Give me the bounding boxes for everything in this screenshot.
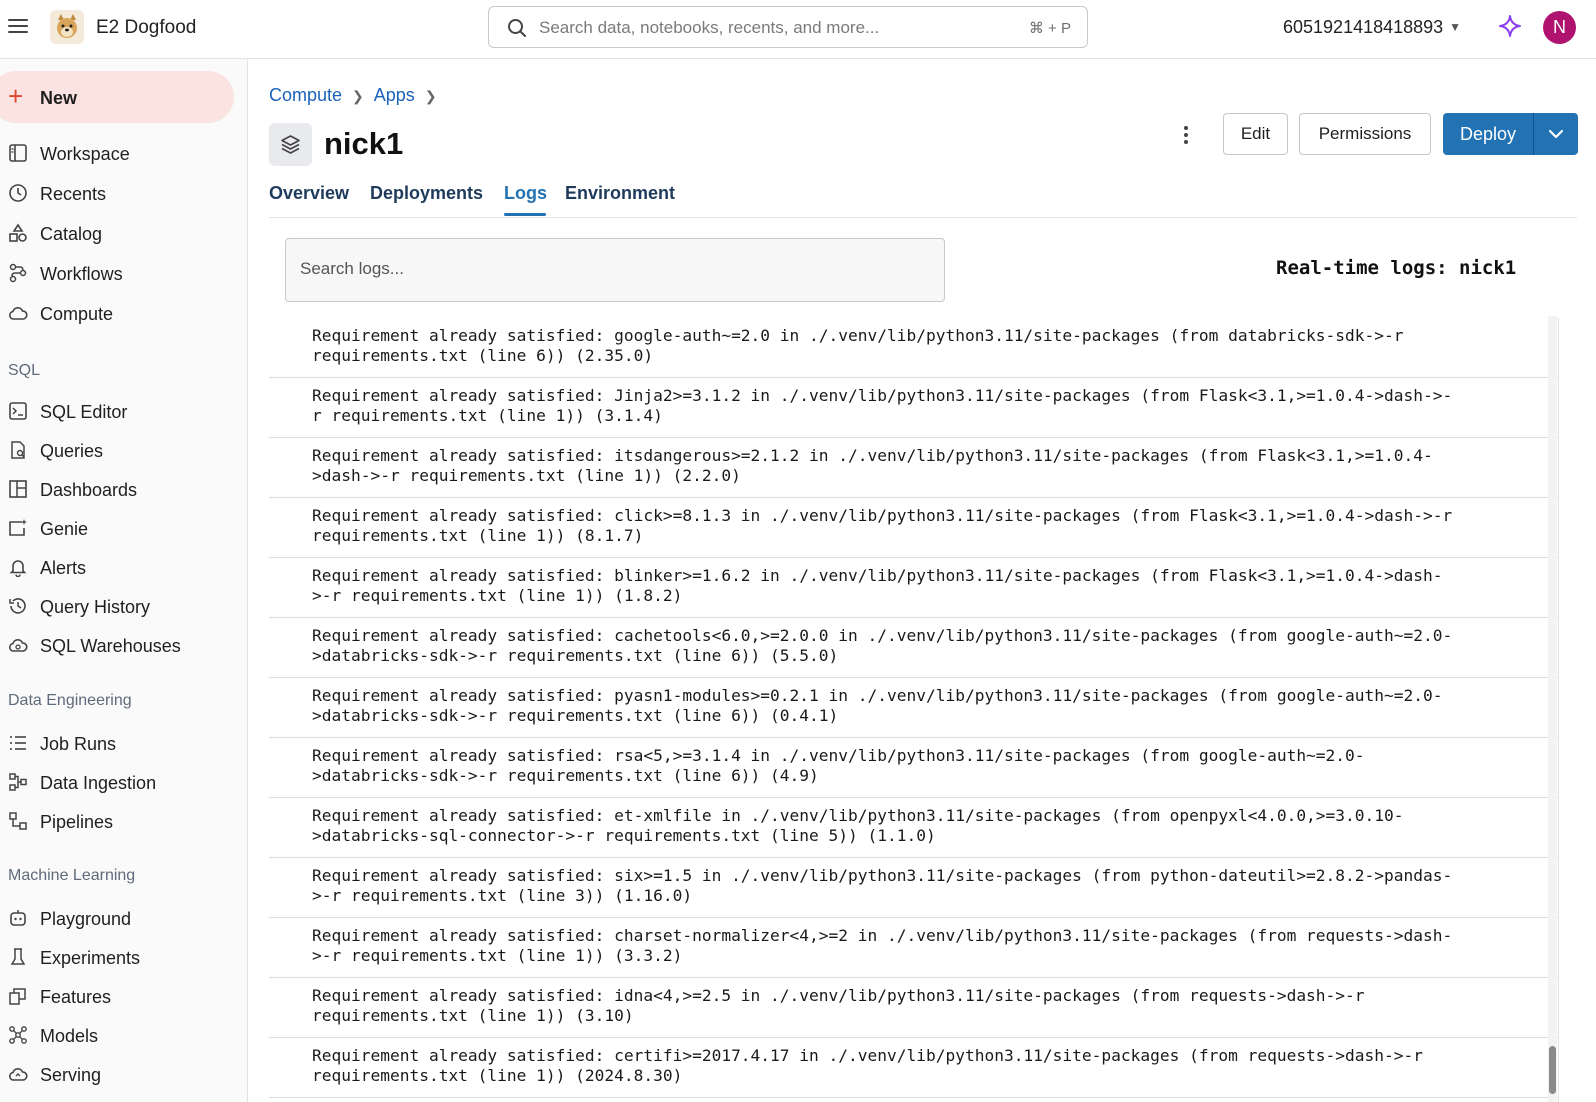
sidebar-item-data-ingestion[interactable]: Data Ingestion <box>0 764 248 800</box>
permissions-button[interactable]: Permissions <box>1299 113 1431 155</box>
section-label-sql: SQL <box>8 362 41 379</box>
avatar[interactable]: N <box>1543 11 1576 44</box>
log-line: Requirement already satisfied: google-au… <box>269 318 1558 378</box>
sidebar-item-experiments[interactable]: Experiments <box>0 939 248 975</box>
log-list: Requirement already satisfied: google-au… <box>269 318 1559 1102</box>
serving-icon <box>9 1068 28 1081</box>
cloud-icon <box>9 307 28 320</box>
app-name: E2 Dogfood <box>96 17 197 38</box>
edit-button[interactable]: Edit <box>1223 113 1288 155</box>
sidebar-item-genie[interactable]: Genie <box>0 510 248 546</box>
workspace-icon <box>9 144 27 162</box>
realtime-logs-title: Real-time logs: nick1 <box>1276 257 1517 279</box>
log-line: Requirement already satisfied: Jinja2>=3… <box>269 378 1558 438</box>
flask-icon <box>10 948 26 965</box>
sidebar-item-pipelines[interactable]: Pipelines <box>0 803 248 839</box>
log-search-box[interactable] <box>285 238 945 302</box>
queries-icon <box>11 441 25 459</box>
sidebar-item-catalog[interactable]: Catalog <box>0 215 248 251</box>
log-line: Requirement already satisfied: cachetool… <box>269 618 1558 678</box>
log-line: Requirement already satisfied: itsdanger… <box>269 438 1558 498</box>
workflows-icon <box>9 263 27 283</box>
menu-icon[interactable] <box>8 16 28 36</box>
sidebar-item-job-runs[interactable]: Job Runs <box>0 725 248 761</box>
global-search[interactable]: Search data, notebooks, recents, and mor… <box>488 6 1088 48</box>
log-line: Requirement already satisfied: rsa<5,>=3… <box>269 738 1558 798</box>
logo-icon[interactable] <box>50 10 84 44</box>
ingestion-icon <box>9 773 27 791</box>
breadcrumb-compute[interactable]: Compute <box>269 85 342 105</box>
tab-environment[interactable]: Environment <box>565 183 675 204</box>
sidebar-item-serving[interactable]: Serving <box>0 1056 248 1092</box>
sidebar: + New Workspace Recents Catalog Workflow… <box>0 59 248 1102</box>
tab-bar: Overview Deployments Logs Environment <box>269 173 1577 218</box>
workspace-switcher[interactable]: 6051921418418893 ▼ <box>1283 17 1461 38</box>
sidebar-item-sql-editor[interactable]: SQL Editor <box>0 393 248 429</box>
new-button[interactable]: + New <box>0 71 234 123</box>
sidebar-item-dashboards[interactable]: Dashboards <box>0 471 248 507</box>
job-runs-icon <box>10 736 26 750</box>
more-options-icon[interactable] <box>1178 123 1194 153</box>
pipelines-icon <box>9 812 27 830</box>
tab-deployments[interactable]: Deployments <box>370 183 483 204</box>
deploy-split-button: Deploy <box>1443 113 1578 155</box>
chevron-down-icon: ▼ <box>1449 20 1462 34</box>
log-line: Requirement already satisfied: click>=8.… <box>269 498 1558 558</box>
tab-overview[interactable]: Overview <box>269 183 349 204</box>
log-line: Requirement already satisfied: blinker>=… <box>269 558 1558 618</box>
active-tab-indicator <box>504 213 546 216</box>
section-label-machine-learning: Machine Learning <box>8 867 136 884</box>
sidebar-item-features[interactable]: Features <box>0 978 248 1014</box>
log-search-input[interactable] <box>300 259 920 279</box>
log-line: Requirement already satisfied: pyasn1-mo… <box>269 678 1558 738</box>
search-icon <box>508 19 526 37</box>
section-label-data-engineering: Data Engineering <box>8 692 132 709</box>
history-icon <box>9 598 26 614</box>
search-shortcut: ⌘ + P <box>1028 20 1071 37</box>
page-title: nick1 <box>324 126 404 161</box>
sidebar-item-recents[interactable]: Recents <box>0 175 248 211</box>
bell-icon <box>9 560 27 577</box>
log-line: Requirement already satisfied: charset-n… <box>269 918 1558 978</box>
sidebar-item-playground[interactable]: Playground <box>0 900 248 936</box>
breadcrumb: Compute ❯ Apps ❯ <box>269 85 447 106</box>
sidebar-item-query-history[interactable]: Query History <box>0 588 248 624</box>
sidebar-item-models[interactable]: Models <box>0 1017 248 1053</box>
sidebar-item-compute[interactable]: Compute <box>0 295 248 331</box>
log-line: Requirement already satisfied: certifi>=… <box>269 1038 1558 1098</box>
assistant-sparkle-icon[interactable] <box>1498 14 1522 38</box>
sidebar-item-sql-warehouses[interactable]: SQL Warehouses <box>0 627 248 663</box>
chevron-right-icon: ❯ <box>352 88 364 104</box>
log-line: Requirement already satisfied: six>=1.5 … <box>269 858 1558 918</box>
sidebar-item-alerts[interactable]: Alerts <box>0 549 248 585</box>
warehouse-icon <box>9 639 28 652</box>
search-placeholder: Search data, notebooks, recents, and mor… <box>539 18 880 37</box>
sidebar-item-queries[interactable]: Queries <box>0 432 248 468</box>
sidebar-item-workflows[interactable]: Workflows <box>0 255 248 291</box>
breadcrumb-apps[interactable]: Apps <box>374 85 415 105</box>
top-bar: E2 Dogfood Search data, notebooks, recen… <box>0 0 1596 59</box>
deploy-button[interactable]: Deploy <box>1443 113 1533 155</box>
playground-icon <box>10 910 26 926</box>
clock-icon <box>9 184 27 202</box>
log-scrollbar[interactable] <box>1548 316 1557 1102</box>
plus-icon: + <box>8 81 24 111</box>
sql-editor-icon <box>9 402 27 420</box>
features-icon <box>9 988 26 1005</box>
catalog-icon <box>9 223 27 242</box>
log-line: Requirement already satisfied: et-xmlfil… <box>269 798 1558 858</box>
chevron-right-icon: ❯ <box>424 88 437 104</box>
workspace-id: 6051921418418893 <box>1283 17 1444 37</box>
main-content: Compute ❯ Apps ❯ nick1 Edit Permissions Dep… <box>248 59 1596 1102</box>
genie-icon <box>9 519 27 536</box>
dashboards-icon <box>9 480 27 498</box>
chevron-down-icon <box>1548 129 1564 139</box>
sidebar-item-workspace[interactable]: Workspace <box>0 135 248 171</box>
log-line: Requirement already satisfied: idna<4,>=… <box>269 978 1558 1038</box>
app-layers-icon <box>269 123 312 166</box>
deploy-dropdown[interactable] <box>1534 113 1578 155</box>
scrollbar-thumb[interactable] <box>1549 1046 1556 1094</box>
tab-logs[interactable]: Logs <box>504 183 547 204</box>
models-icon <box>9 1026 27 1044</box>
